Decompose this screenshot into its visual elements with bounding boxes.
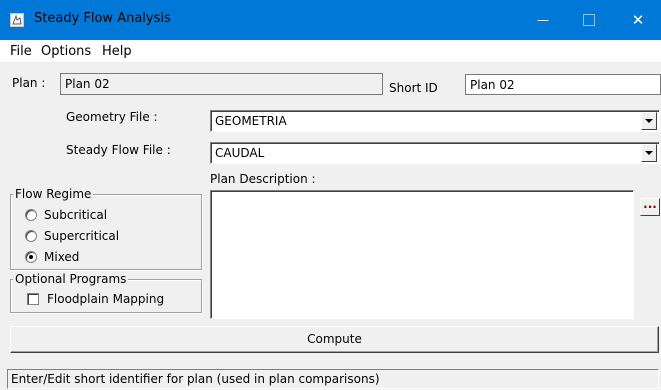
minimize-icon: — — [537, 13, 549, 27]
geometry-dropdown-button[interactable] — [641, 112, 657, 130]
steady-flow-file-label: Steady Flow File : — [66, 143, 171, 157]
plan-label: Plan : — [12, 76, 46, 90]
chevron-down-icon — [645, 151, 653, 155]
optional-programs-legend: Optional Programs — [13, 272, 129, 286]
app-icon — [10, 13, 24, 27]
floodplain-mapping-label[interactable]: Floodplain Mapping — [47, 292, 164, 306]
menu-file[interactable]: File — [10, 44, 32, 59]
chevron-down-icon — [645, 119, 653, 123]
plan-description-label: Plan Description : — [210, 172, 316, 186]
radio-selected-dot — [29, 255, 33, 259]
menu-help[interactable]: Help — [102, 44, 132, 59]
supercritical-radio[interactable] — [25, 230, 37, 242]
floodplain-mapping-checkbox[interactable] — [27, 293, 39, 305]
maximize-icon — [583, 14, 595, 26]
steady-flow-file-select[interactable]: CAUDAL — [210, 142, 660, 164]
geometry-file-label: Geometry File : — [66, 110, 158, 124]
close-icon: ✕ — [631, 11, 645, 29]
steady-flow-dropdown-button[interactable] — [641, 144, 657, 162]
plan-title-field[interactable]: Plan 02 — [60, 73, 383, 95]
geometry-file-select[interactable]: GEOMETRIA — [210, 110, 660, 132]
window-title: Steady Flow Analysis — [34, 11, 171, 26]
steady-flow-file-value: CAUDAL — [215, 146, 265, 160]
minimize-button[interactable]: — — [520, 0, 566, 40]
plan-description-textarea[interactable] — [210, 190, 634, 319]
menu-bar — [0, 40, 661, 62]
flow-regime-legend: Flow Regime — [13, 187, 94, 201]
short-id-input[interactable]: Plan 02 — [465, 74, 661, 95]
compute-button[interactable]: Compute — [10, 326, 659, 353]
plan-description-ellipsis-button[interactable]: ... — [640, 198, 660, 216]
status-bar: Enter/Edit short identifier for plan (us… — [7, 369, 659, 389]
maximize-button[interactable] — [566, 0, 612, 40]
close-button[interactable]: ✕ — [615, 0, 661, 40]
mixed-label[interactable]: Mixed — [44, 250, 79, 264]
subcritical-label[interactable]: Subcritical — [44, 208, 107, 222]
short-id-label: Short ID — [389, 81, 438, 95]
subcritical-radio[interactable] — [25, 209, 37, 221]
supercritical-label[interactable]: Supercritical — [44, 229, 119, 243]
menu-options[interactable]: Options — [41, 44, 91, 59]
geometry-file-value: GEOMETRIA — [215, 114, 287, 128]
mixed-radio[interactable] — [25, 251, 37, 263]
